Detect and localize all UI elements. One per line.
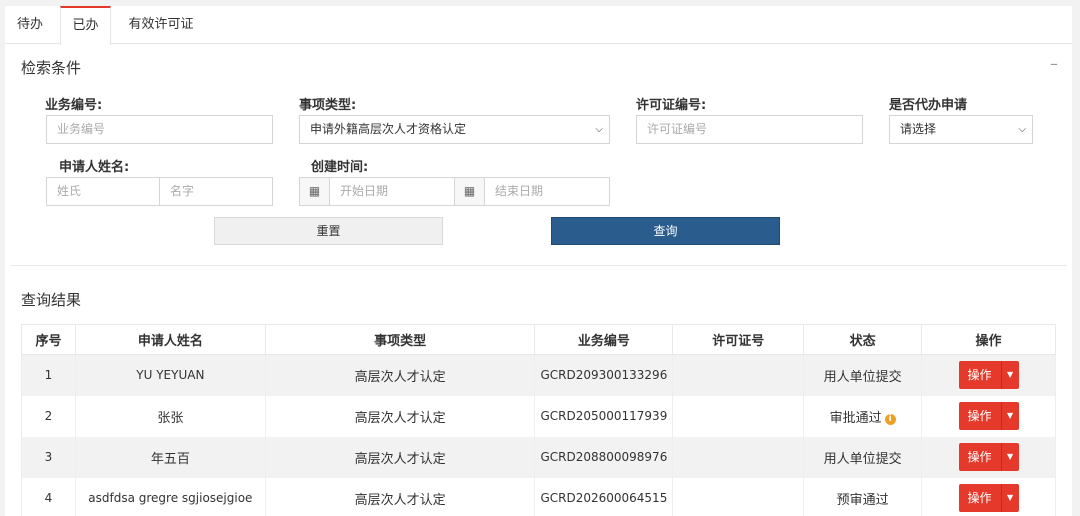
calendar-icon[interactable]: ▦ xyxy=(299,177,330,206)
action-button[interactable]: 操作 xyxy=(958,484,1001,512)
action-split-button: 操作 ▼ xyxy=(958,361,1019,390)
row-no: 2 xyxy=(21,395,76,437)
created-time-label: 创建时间: xyxy=(311,160,369,175)
chevron-down-icon: ⌵ xyxy=(1018,124,1026,135)
row-no: 1 xyxy=(21,354,76,396)
action-button[interactable]: 操作 xyxy=(958,361,1001,390)
proxy-value: 请选择 xyxy=(900,122,937,136)
row-business-no: GCRD202600064515 xyxy=(534,477,674,516)
row-status: 用人单位提交 xyxy=(803,436,923,478)
caret-down-icon[interactable]: ▼ xyxy=(1000,443,1019,471)
business-no-label: 业务编号: xyxy=(45,98,103,113)
info-icon[interactable]: i xyxy=(884,413,896,425)
license-no-label: 许可证编号: xyxy=(636,98,707,113)
caret-down-icon[interactable]: ▼ xyxy=(1000,484,1019,512)
table-header-row: 序号 申请人姓名 事项类型 业务编号 许可证号 状态 操作 xyxy=(21,324,1056,355)
row-applicant: asdfdsa gregre sgjiosejgioe xyxy=(74,477,266,516)
collapse-button[interactable]: – xyxy=(1050,54,1058,73)
row-license-no xyxy=(672,477,805,516)
row-no: 3 xyxy=(21,436,76,478)
col-header-status[interactable]: 状态 xyxy=(803,324,923,355)
last-name-input[interactable]: 姓氏 xyxy=(46,177,160,206)
action-button[interactable]: 操作 xyxy=(958,402,1001,430)
table-row[interactable]: 3 年五百 高层次人才认定 GCRD208800098976 用人单位提交 操作… xyxy=(21,436,1056,478)
row-business-no: GCRD205000117939 xyxy=(534,395,674,437)
search-button[interactable]: 查询 xyxy=(551,217,780,245)
results-table: 序号 申请人姓名 事项类型 业务编号 许可证号 状态 操作 1 YU YEYUA… xyxy=(21,324,1056,516)
business-no-input[interactable]: 业务编号 xyxy=(46,115,273,144)
row-applicant: 张张 xyxy=(74,395,266,437)
row-status-text: 审批通过 xyxy=(829,410,882,426)
table-row[interactable]: 2 张张 高层次人才认定 GCRD205000117939 审批通过 i 操作 ▼ xyxy=(21,395,1056,437)
search-section-title: 检索条件 xyxy=(21,59,82,77)
row-no: 4 xyxy=(21,477,76,516)
row-item-type: 高层次人才认定 xyxy=(264,395,536,437)
start-date-input[interactable]: 开始日期 xyxy=(329,177,455,206)
col-header-applicant[interactable]: 申请人姓名 xyxy=(74,324,266,355)
first-name-input[interactable]: 名字 xyxy=(159,177,273,206)
tab-todo[interactable]: 待办 xyxy=(5,6,55,44)
row-actions: 操作 ▼ xyxy=(921,477,1056,516)
end-date-input[interactable]: 结束日期 xyxy=(484,177,610,206)
chevron-down-icon: ⌵ xyxy=(595,124,603,135)
main-panel: 待办 已办 有效许可证 检索条件 – 业务编号: 业务编号 事项类型: 申请外籍… xyxy=(5,6,1072,516)
caret-down-icon[interactable]: ▼ xyxy=(1000,361,1019,390)
row-business-no: GCRD208800098976 xyxy=(534,436,674,478)
item-type-select[interactable]: 申请外籍高层次人才资格认定 ⌵ xyxy=(299,115,610,144)
tab-bar: 待办 已办 有效许可证 xyxy=(5,6,1072,45)
row-status: 用人单位提交 xyxy=(803,354,923,396)
col-header-license-no[interactable]: 许可证号 xyxy=(672,324,805,355)
item-type-value: 申请外籍高层次人才资格认定 xyxy=(310,122,467,136)
col-header-business-no[interactable]: 业务编号 xyxy=(534,324,674,355)
table-row[interactable]: 1 YU YEYUAN 高层次人才认定 GCRD209300133296 用人单… xyxy=(21,354,1056,396)
row-actions: 操作 ▼ xyxy=(921,395,1056,437)
action-button[interactable]: 操作 xyxy=(958,443,1001,471)
row-item-type: 高层次人才认定 xyxy=(264,436,536,478)
tab-done[interactable]: 已办 xyxy=(60,6,111,45)
col-header-item-type[interactable]: 事项类型 xyxy=(264,324,536,355)
table-row[interactable]: 4 asdfdsa gregre sgjiosejgioe 高层次人才认定 GC… xyxy=(21,477,1056,516)
row-actions: 操作 ▼ xyxy=(921,436,1056,478)
row-item-type: 高层次人才认定 xyxy=(264,354,536,396)
col-header-no[interactable]: 序号 xyxy=(21,324,76,355)
item-type-label: 事项类型: xyxy=(299,98,357,113)
row-business-no: GCRD209300133296 xyxy=(534,354,674,396)
caret-down-icon[interactable]: ▼ xyxy=(1000,402,1019,430)
action-split-button: 操作 ▼ xyxy=(958,484,1019,512)
calendar-icon[interactable]: ▦ xyxy=(454,177,485,206)
row-status: 预审通过 xyxy=(803,477,923,516)
col-header-actions: 操作 xyxy=(921,324,1056,355)
results-section-title: 查询结果 xyxy=(21,291,82,309)
tab-valid-license[interactable]: 有效许可证 xyxy=(117,6,205,44)
proxy-select[interactable]: 请选择 ⌵ xyxy=(889,115,1033,144)
row-license-no xyxy=(672,354,805,396)
row-license-no xyxy=(672,395,805,437)
action-split-button: 操作 ▼ xyxy=(958,402,1019,430)
row-license-no xyxy=(672,436,805,478)
row-actions: 操作 ▼ xyxy=(921,354,1056,396)
applicant-name-label: 申请人姓名: xyxy=(59,160,130,175)
action-split-button: 操作 ▼ xyxy=(958,443,1019,471)
row-status: 审批通过 i xyxy=(803,395,923,437)
license-no-input[interactable]: 许可证编号 xyxy=(636,115,863,144)
proxy-label: 是否代办申请 xyxy=(889,98,968,113)
row-item-type: 高层次人才认定 xyxy=(264,477,536,516)
row-applicant: YU YEYUAN xyxy=(74,354,266,396)
section-divider xyxy=(10,265,1067,266)
reset-button[interactable]: 重置 xyxy=(214,217,443,245)
row-applicant: 年五百 xyxy=(74,436,266,478)
